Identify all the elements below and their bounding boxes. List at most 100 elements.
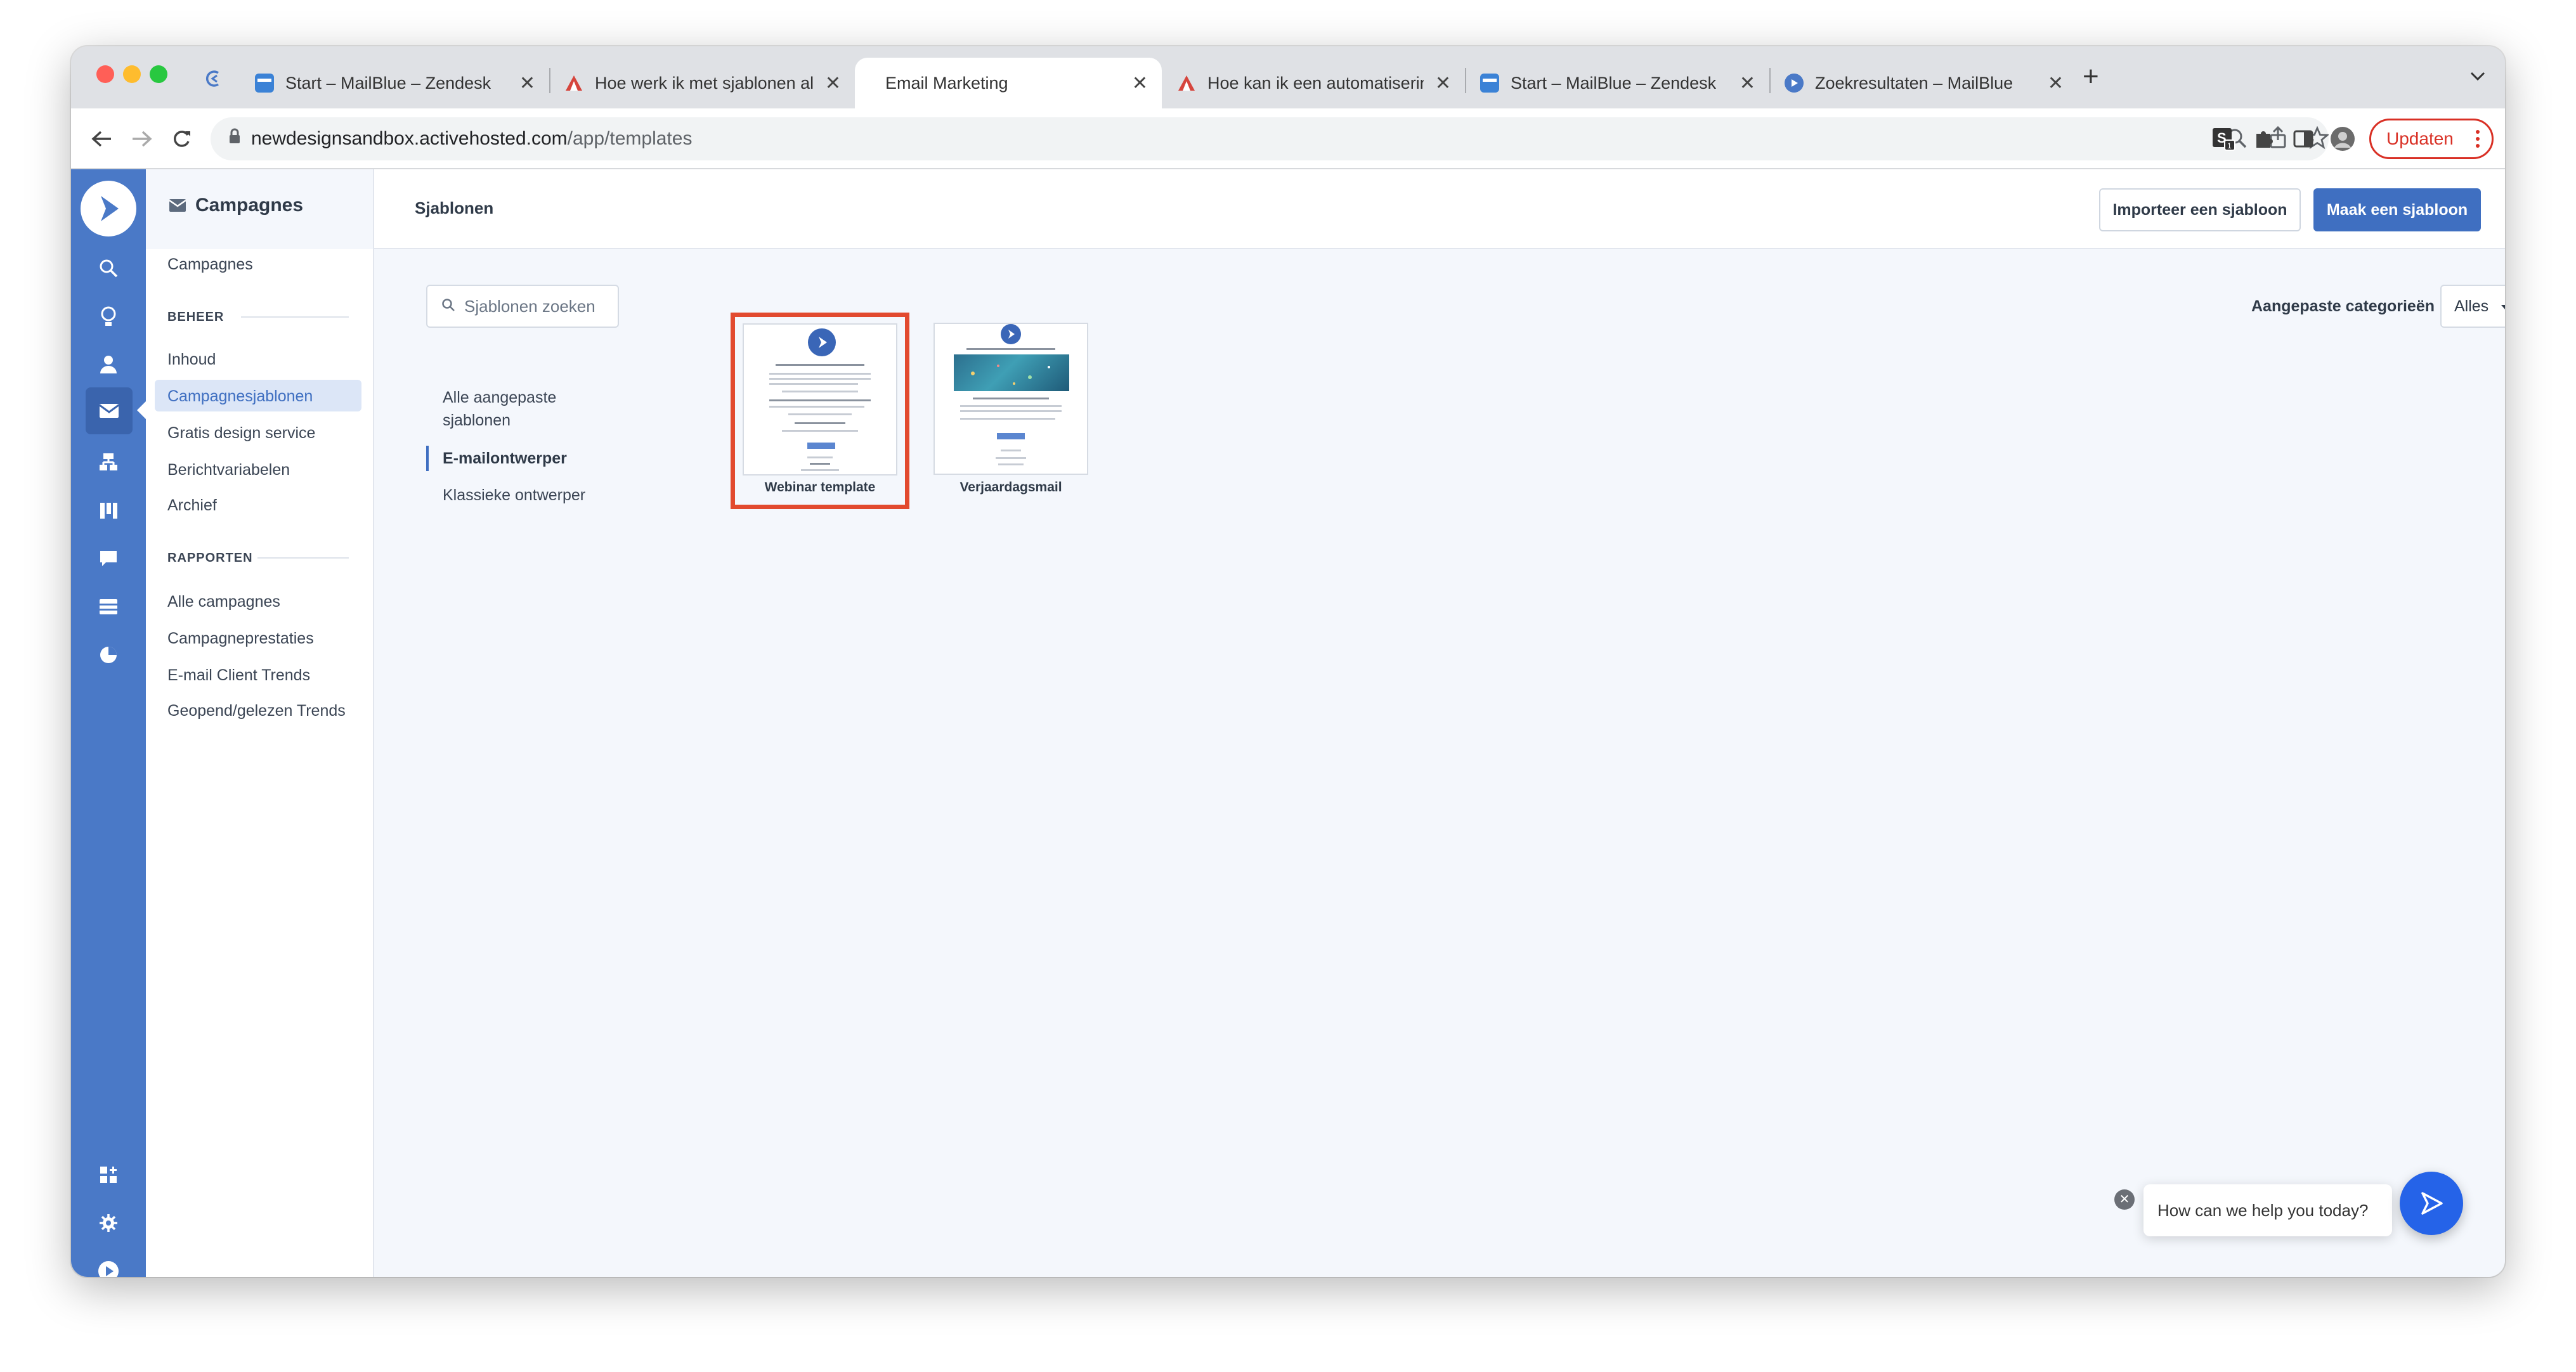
close-tab-icon[interactable]: ✕ [519, 72, 535, 94]
tab-list-chevron-icon[interactable] [2469, 70, 2486, 85]
settings-icon[interactable] [94, 1209, 122, 1237]
template-logo-icon [808, 328, 836, 356]
main-content: Sjablonen Importeer een sjabloon Maak ee… [374, 169, 2505, 1277]
browser-tab-1[interactable]: Start – MailBlue – Zendesk ✕ [241, 58, 549, 108]
category-email-designer[interactable]: E-mailontwerper [443, 447, 567, 470]
zoom-window-button[interactable] [150, 65, 167, 83]
search-icon[interactable] [94, 254, 122, 282]
contacts-icon[interactable] [94, 351, 122, 379]
subnav-item-label: Campagnesjablonen [167, 387, 313, 405]
conversations-icon[interactable] [94, 545, 122, 573]
category-classic-designer[interactable]: Klassieke ontwerper [443, 484, 585, 507]
preview-line [960, 405, 1062, 407]
chat-prompt-bubble[interactable]: How can we help you today? [2143, 1184, 2392, 1236]
browser-tab-active[interactable]: Email Marketing ✕ [855, 58, 1162, 108]
close-tab-icon[interactable]: ✕ [1435, 72, 1451, 94]
subnav-item-berichtvariabelen[interactable]: Berichtvariabelen [167, 461, 290, 479]
create-template-button[interactable]: Maak een sjabloon [2313, 188, 2481, 231]
site-icon[interactable] [94, 593, 122, 621]
preview-line [996, 457, 1026, 459]
subnav-item-design-service[interactable]: Gratis design service [167, 424, 315, 443]
search-icon [441, 297, 455, 316]
forward-arrow-icon[interactable] [124, 121, 160, 157]
template-name-webinar: Webinar template [764, 480, 876, 495]
tab-title: Zoekresultaten – MailBlue [1815, 73, 2013, 93]
lightbulb-icon[interactable] [94, 302, 122, 330]
preview-line [769, 373, 871, 375]
preview-line [966, 348, 1055, 350]
subnav-item-email-client-trends[interactable]: E-mail Client Trends [167, 666, 310, 685]
app-area: Campagnes Campagnes BEHEER Inhoud Campag… [71, 169, 2505, 1277]
close-tab-icon[interactable]: ✕ [2048, 72, 2064, 94]
preview-line [1001, 450, 1021, 451]
preview-line [960, 418, 1055, 420]
zendesk-guide-icon [564, 74, 583, 93]
campaigns-subnav: Campagnes Campagnes BEHEER Inhoud Campag… [146, 169, 374, 1277]
preview-line [807, 456, 833, 458]
subnav-item-alle-campagnes[interactable]: Alle campagnes [167, 593, 280, 611]
subnav-item-inhoud[interactable]: Inhoud [167, 351, 216, 369]
account-icon[interactable] [94, 1257, 122, 1277]
apps-icon[interactable] [94, 1161, 122, 1189]
preview-line [998, 463, 1024, 465]
subnav-item-geopend-trends[interactable]: Geopend/gelezen Trends [167, 702, 346, 720]
reports-icon[interactable] [94, 641, 122, 669]
import-template-button[interactable]: Importeer een sjabloon [2099, 188, 2301, 231]
preview-line [769, 383, 858, 385]
deals-icon[interactable] [94, 496, 122, 524]
back-arrow-icon[interactable] [84, 121, 119, 157]
new-tab-button[interactable]: + [2083, 63, 2099, 91]
subnav-item-archief[interactable]: Archief [167, 496, 217, 515]
divider [241, 316, 349, 318]
subnav-item-campagnes[interactable]: Campagnes [167, 256, 253, 274]
address-bar[interactable]: newdesignsandbox.activehosted.com/app/te… [211, 117, 2330, 160]
more-menu-icon[interactable] [2475, 129, 2480, 153]
browser-tab-2[interactable]: Hoe werk ik met sjablonen als ✕ [550, 58, 855, 108]
preview-line [801, 469, 839, 471]
update-browser-button[interactable]: Updaten [2369, 119, 2494, 159]
browser-tab-6[interactable]: Zoekresultaten – MailBlue ✕ [1771, 58, 2078, 108]
chat-launcher-button[interactable] [2400, 1172, 2463, 1235]
browser-tab-5[interactable]: Start – MailBlue – Zendesk ✕ [1466, 58, 1769, 108]
tab-strip: Start – MailBlue – Zendesk ✕ Hoe werk ik… [71, 46, 2505, 108]
preview-image [954, 354, 1069, 391]
preview-button [807, 443, 835, 449]
close-tab-icon[interactable]: ✕ [825, 72, 841, 94]
url-host: newdesignsandbox.activehosted.com [251, 128, 568, 149]
tab-search-icon[interactable] [203, 68, 224, 89]
category-active-indicator [426, 446, 429, 471]
template-card-verjaardagsmail[interactable] [933, 323, 1088, 475]
preview-line [769, 399, 871, 401]
template-logo-icon [1001, 324, 1021, 344]
browser-tab-4[interactable]: Hoe kan ik een automatisering ✕ [1163, 58, 1465, 108]
zendesk-icon [255, 74, 274, 93]
preview-line [960, 410, 1062, 412]
search-input[interactable]: Sjablonen zoeken [426, 285, 619, 328]
close-tab-icon[interactable]: ✕ [1740, 72, 1755, 94]
template-card-webinar[interactable] [743, 323, 897, 476]
browser-window: Start – MailBlue – Zendesk ✕ Hoe werk ik… [71, 46, 2505, 1277]
category-filter-select[interactable]: Alles [2440, 285, 2505, 328]
category-all-custom[interactable]: Alle aangepaste sjablonen [443, 386, 582, 432]
reload-icon[interactable] [164, 121, 199, 157]
category-filter-value: Alles [2454, 297, 2489, 315]
minimize-window-button[interactable] [123, 65, 141, 83]
template-name-verjaardagsmail: Verjaardagsmail [959, 480, 1062, 495]
tab-title: Start – MailBlue – Zendesk [1511, 73, 1717, 93]
extension-s-icon[interactable]: S1 [2206, 121, 2241, 157]
chat-dismiss-button[interactable]: ✕ [2114, 1189, 2135, 1210]
close-tab-icon[interactable]: ✕ [1132, 72, 1148, 94]
campaigns-icon[interactable] [86, 387, 133, 434]
logo-icon[interactable] [81, 181, 136, 236]
automations-icon[interactable] [94, 448, 122, 476]
close-window-button[interactable] [96, 65, 114, 83]
subnav-item-campagnesjablonen[interactable]: Campagnesjablonen [155, 380, 361, 411]
subnav-item-campagneprestaties[interactable]: Campagneprestaties [167, 630, 314, 648]
chat-prompt-text: How can we help you today? [2157, 1200, 2369, 1220]
divider [257, 557, 349, 559]
side-panel-icon[interactable] [2286, 121, 2321, 157]
subnav-heading-rapporten: RAPPORTEN [167, 551, 253, 565]
profile-avatar[interactable] [2325, 121, 2360, 157]
extensions-puzzle-icon[interactable] [2246, 121, 2282, 157]
preview-line [769, 406, 864, 408]
